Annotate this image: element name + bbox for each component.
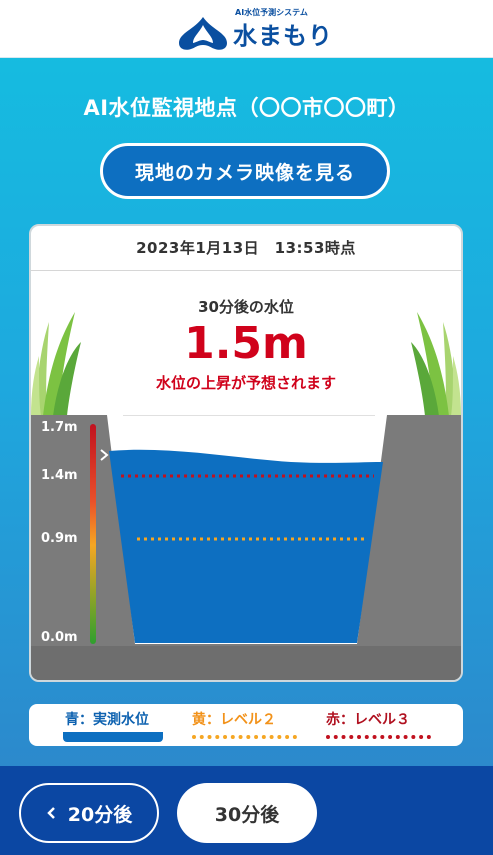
legend-swatch-level3 <box>326 735 431 739</box>
river-cross-section <box>31 312 461 680</box>
camera-view-button[interactable]: 現地のカメラ映像を見る <box>100 143 390 199</box>
chevron-left-icon <box>46 807 55 819</box>
prediction-note: 水位の上昇が予想されます <box>155 374 336 392</box>
prediction-divider <box>123 415 375 416</box>
prediction-label: 30分後の水位 <box>198 298 294 316</box>
app-header: AI水位予測システム 水まもり <box>0 0 493 58</box>
legend-measured: 青：実測水位 <box>65 712 149 728</box>
gauge-label-zero: 0.0m <box>41 630 78 645</box>
prev-time-label: 20分後 <box>67 803 133 826</box>
app-logo[interactable]: AI水位予測システム 水まもり <box>175 6 332 52</box>
time-navigation: 20分後 30分後 <box>0 766 493 855</box>
logo-text: 水まもり <box>233 22 333 50</box>
current-time-button[interactable]: 30分後 <box>177 783 317 843</box>
water-drop-logo-icon <box>179 17 227 50</box>
legend-swatch-level2 <box>192 735 297 739</box>
legend-level3: 赤：レベル３ <box>326 712 410 728</box>
gauge-label-level3: 1.4m <box>41 468 78 483</box>
water-fill <box>109 449 383 643</box>
prev-time-button[interactable]: 20分後 <box>19 783 159 843</box>
legend-swatch-measured <box>63 732 163 742</box>
level-gauge <box>90 424 96 644</box>
page-title: AI水位監視地点（〇〇市〇〇町） <box>83 96 410 120</box>
legend: 青：実測水位 黄：レベル２ 赤：レベル３ <box>29 704 463 746</box>
prediction-value: 1.5m <box>184 318 308 369</box>
gauge-label-max: 1.7m <box>41 420 78 435</box>
observation-datetime: 2023年1月13日 13:53時点 <box>31 226 461 271</box>
water-level-card: 1.7m 1.4m 0.9m 0.0m 2023年1月13日 13:53時点 3… <box>29 224 463 682</box>
legend-level2: 黄：レベル２ <box>192 712 276 728</box>
gauge-label-level2: 0.9m <box>41 531 78 546</box>
